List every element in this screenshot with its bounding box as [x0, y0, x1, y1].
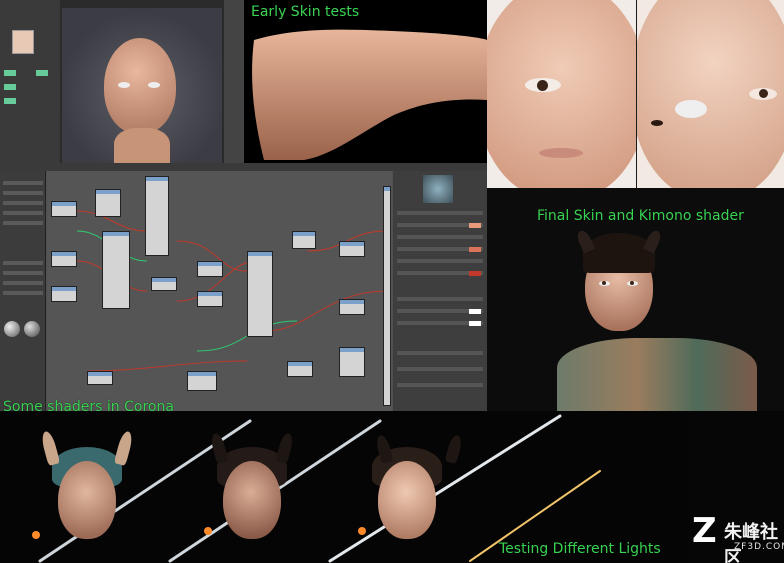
eye-icon: [599, 281, 610, 286]
eye-icon: [148, 82, 160, 88]
eye-icon: [118, 82, 130, 88]
shader-node[interactable]: [247, 251, 273, 337]
head-render: [104, 38, 176, 134]
list-item[interactable]: [3, 181, 43, 185]
list-item[interactable]: [3, 221, 43, 225]
mini-node: [4, 98, 16, 104]
list-item[interactable]: [3, 261, 43, 265]
eye-icon: [525, 78, 561, 92]
shader-node[interactable]: [339, 241, 365, 257]
shader-node[interactable]: [197, 261, 223, 277]
shader-node[interactable]: [197, 291, 223, 307]
early-skin-caption: Early Skin tests: [251, 4, 360, 20]
horn-icon: [275, 431, 295, 465]
horn-icon: [642, 228, 664, 254]
eye-icon: [627, 281, 638, 286]
material-browser: [0, 171, 46, 411]
zf3d-logo-icon: Z: [692, 511, 717, 551]
color-swatch[interactable]: [469, 223, 481, 228]
viewport-panel: [0, 0, 244, 165]
command-panel: [224, 0, 244, 165]
shader-node[interactable]: [287, 361, 313, 377]
nostril: [651, 120, 663, 126]
property-row[interactable]: [397, 259, 483, 263]
shader-node[interactable]: [102, 231, 130, 309]
sample-sphere-icon: [24, 321, 40, 337]
early-skin-panel: Early Skin tests: [244, 0, 487, 165]
list-item[interactable]: [3, 201, 43, 205]
lips: [539, 148, 583, 158]
color-swatch[interactable]: [469, 321, 481, 326]
shader-node[interactable]: [145, 176, 169, 256]
mini-node: [4, 70, 16, 76]
arm-render: [252, 29, 487, 160]
color-swatch[interactable]: [469, 247, 481, 252]
shader-node[interactable]: [87, 371, 113, 385]
face-render: [223, 461, 281, 539]
property-row[interactable]: [397, 383, 483, 387]
mini-node: [4, 84, 16, 90]
property-row[interactable]: [397, 351, 483, 355]
face-render: [637, 0, 784, 188]
final-skin-panel: Final Skin and Kimono shader: [487, 188, 784, 412]
horn-icon: [113, 430, 135, 466]
material-thumbnail: [12, 30, 34, 54]
shader-node[interactable]: [95, 189, 121, 217]
pupil-icon: [759, 89, 768, 98]
mini-node: [36, 70, 48, 76]
face-render: [58, 461, 116, 539]
property-row[interactable]: [397, 235, 483, 239]
menu-bar: [0, 163, 487, 171]
shader-node[interactable]: [187, 371, 217, 391]
shader-node[interactable]: [339, 347, 365, 377]
navigator-preview: [423, 175, 453, 203]
pupil-icon: [537, 80, 548, 91]
property-row[interactable]: [397, 367, 483, 371]
color-swatch[interactable]: [469, 271, 481, 276]
head-variant: [39, 430, 135, 563]
shader-node[interactable]: [51, 286, 77, 302]
face-closeup-panel: [487, 0, 636, 188]
list-item[interactable]: [3, 291, 43, 295]
shader-node[interactable]: [151, 277, 177, 291]
shader-node[interactable]: [51, 201, 77, 217]
viewport-toolbar: [0, 0, 60, 165]
hair: [583, 233, 655, 273]
watermark-url: ZF3D.COM: [734, 542, 784, 552]
node-editor-panel: Some shaders in Corona: [0, 163, 487, 413]
viewport-render: [62, 8, 222, 165]
head-variant: [205, 431, 300, 563]
list-item[interactable]: [3, 281, 43, 285]
material-properties-panel: [393, 171, 487, 413]
node-canvas[interactable]: [47, 171, 392, 413]
watermark-panel: Z 朱峰社区 ZF3D.COM: [688, 411, 784, 563]
eye-icon: [749, 88, 777, 100]
final-skin-caption: Final Skin and Kimono shader: [537, 208, 744, 224]
kimono-render: [557, 338, 757, 412]
horn-icon: [39, 430, 61, 466]
head-variant: [360, 431, 464, 563]
eye-icon: [675, 100, 707, 118]
lights-caption: Testing Different Lights: [499, 541, 661, 557]
face-closeup-panel: [637, 0, 784, 188]
list-item[interactable]: [3, 271, 43, 275]
list-item[interactable]: [3, 211, 43, 215]
watermark-name: 朱峰社区: [724, 522, 778, 563]
shader-node[interactable]: [51, 251, 77, 267]
shader-node[interactable]: [292, 231, 316, 249]
property-row[interactable]: [397, 211, 483, 215]
output-node[interactable]: [383, 186, 391, 406]
sample-sphere-icon: [4, 321, 20, 337]
neck-render: [114, 128, 170, 165]
face-render: [378, 461, 436, 539]
shader-node[interactable]: [339, 299, 365, 315]
lighting-tests-panel: Testing Different Lights: [0, 411, 688, 563]
face-render: [487, 0, 636, 188]
horn-icon: [209, 431, 229, 465]
color-swatch[interactable]: [469, 309, 481, 314]
horn-icon: [574, 228, 596, 254]
list-item[interactable]: [3, 191, 43, 195]
property-row[interactable]: [397, 297, 483, 301]
